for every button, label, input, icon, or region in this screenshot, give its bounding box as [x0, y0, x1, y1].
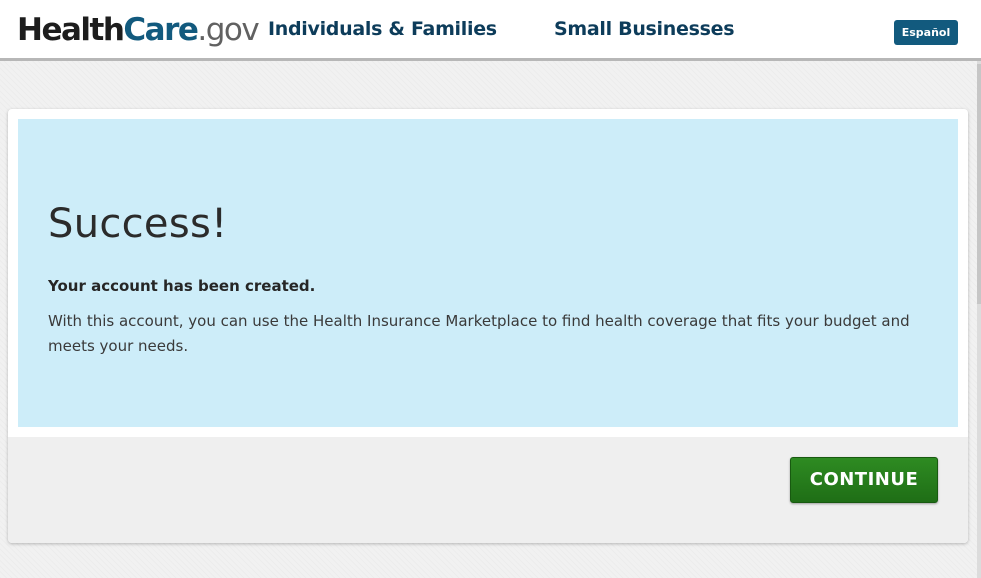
nav-small-businesses[interactable]: Small Businesses: [554, 18, 735, 40]
logo-health-text: Health: [17, 12, 125, 48]
account-created-message: Your account has been created.: [48, 277, 316, 295]
nav-individuals-families[interactable]: Individuals & Families: [268, 18, 497, 40]
card-footer: CONTINUE: [8, 437, 968, 543]
logo-gov-text: .gov: [197, 12, 259, 48]
site-header: HealthCare.gov Individuals & Families Sm…: [0, 0, 981, 61]
page-title: Success!: [48, 201, 228, 247]
espanol-language-button[interactable]: Español: [894, 20, 958, 45]
scrollbar-thumb[interactable]: [977, 64, 981, 304]
healthcare-gov-logo[interactable]: HealthCare.gov: [17, 10, 260, 50]
account-description: With this account, you can use the Healt…: [48, 312, 910, 355]
continue-button[interactable]: CONTINUE: [790, 457, 938, 503]
success-card: Success! Your account has been created. …: [8, 109, 968, 543]
success-alert: Success! Your account has been created. …: [18, 119, 958, 427]
logo-care-text: Care: [123, 12, 198, 48]
